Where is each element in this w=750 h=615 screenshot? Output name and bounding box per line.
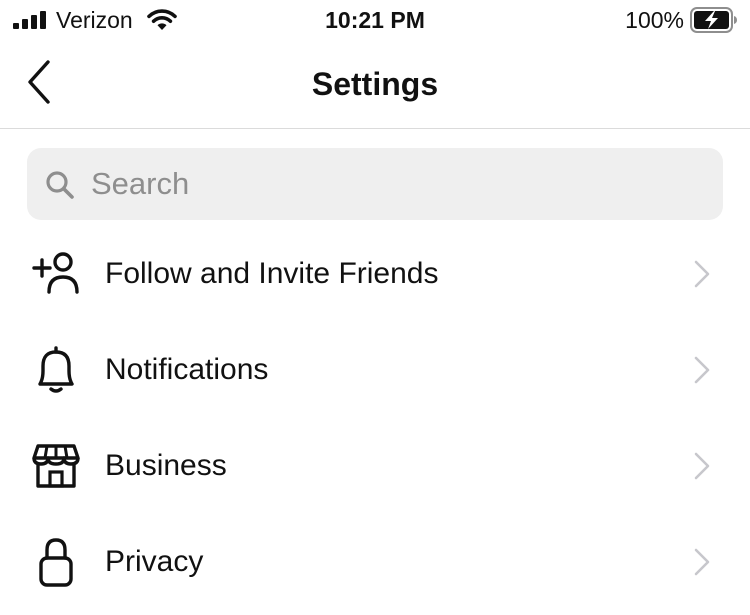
menu-item-label: Follow and Invite Friends <box>105 257 439 290</box>
menu-item-label: Notifications <box>105 353 269 386</box>
search-bar[interactable] <box>27 148 723 220</box>
add-person-icon <box>32 252 79 294</box>
chevron-right-icon <box>694 548 710 576</box>
battery-percentage: 100% <box>625 7 684 33</box>
page-title: Settings <box>311 66 439 102</box>
menu-item-label: Business <box>105 449 227 482</box>
navigation-bar: Settings <box>0 40 750 129</box>
menu-item-notifications[interactable]: Notifications <box>0 322 750 418</box>
status-bar: Verizon 10:21 PM 100% <box>0 0 750 40</box>
lock-icon <box>39 538 73 587</box>
shop-icon <box>32 444 80 488</box>
menu-item-business[interactable]: Business <box>0 418 750 514</box>
search-input[interactable] <box>91 158 691 210</box>
menu-item-privacy[interactable]: Privacy <box>0 514 750 610</box>
bell-icon <box>38 346 74 393</box>
search-icon <box>46 171 74 199</box>
battery-charging-icon <box>690 7 737 33</box>
menu-item-follow-and-invite-friends[interactable]: Follow and Invite Friends <box>0 226 750 322</box>
chevron-right-icon <box>694 260 710 288</box>
menu-item-label: Privacy <box>105 545 204 578</box>
chevron-right-icon <box>694 356 710 384</box>
chevron-right-icon <box>694 452 710 480</box>
